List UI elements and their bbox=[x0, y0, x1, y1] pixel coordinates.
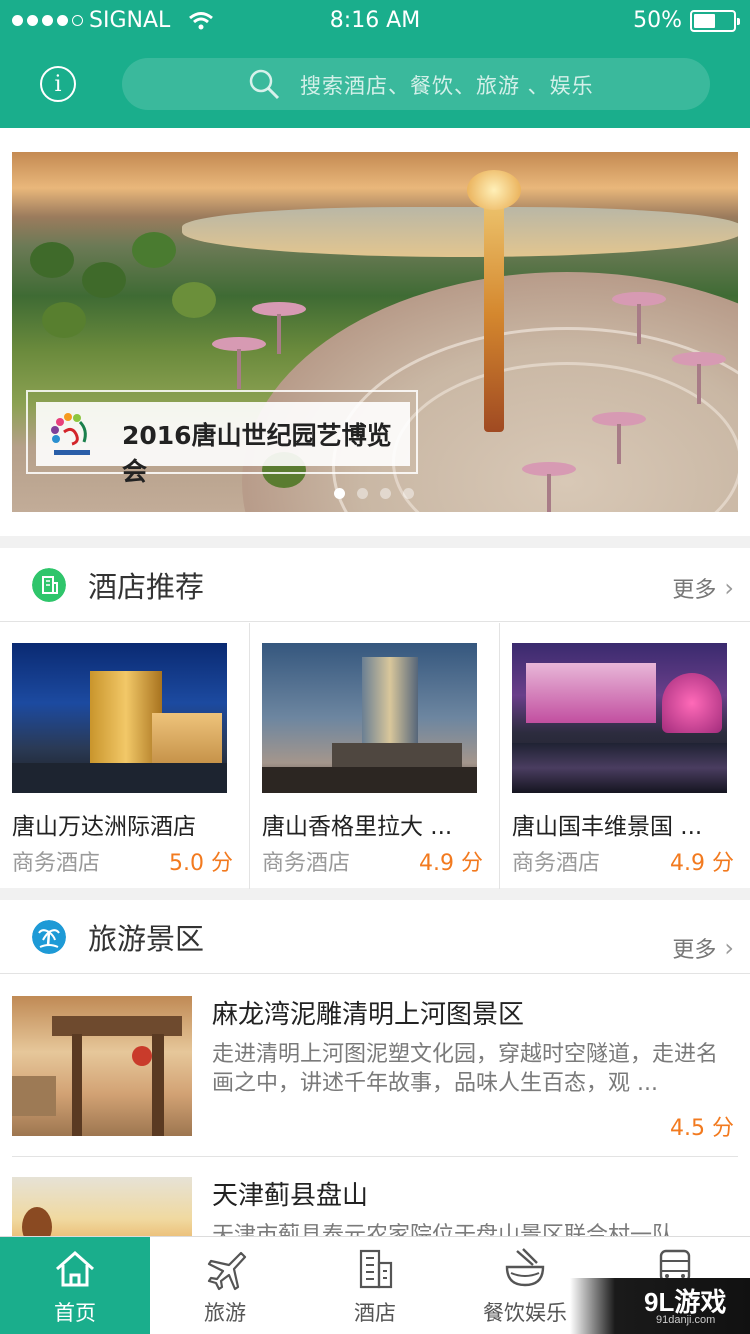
tour-item[interactable]: 天津蓟县盘山 天津市蓟县泰元农家院位于盘山景区联合村一队 bbox=[0, 1157, 750, 1317]
hotel-name: 唐山万达洲际酒店 bbox=[12, 814, 196, 840]
banner-section: 2016唐山世纪园艺博览会 bbox=[0, 128, 750, 536]
hotel-list: 唐山万达洲际酒店 商务酒店 5.0 分 唐山香格里拉大 ... 商务酒店 4.9… bbox=[0, 623, 750, 889]
tour-description: 走进清明上河图泥塑文化园，穿越时空隧道，走进名画之中，讲述千年故事，品味人生百态… bbox=[212, 1042, 719, 1096]
tab-hotel[interactable]: 酒店 bbox=[300, 1237, 450, 1334]
hotel-type: 商务酒店 bbox=[12, 851, 101, 876]
search-placeholder: 搜索酒店、餐饮、旅游 、娱乐 bbox=[300, 74, 594, 98]
hotel-icon bbox=[32, 568, 66, 602]
building-icon bbox=[359, 1249, 393, 1289]
tab-travel[interactable]: 旅游 bbox=[150, 1237, 300, 1334]
banner-title: 2016唐山世纪园艺博览会 bbox=[122, 421, 392, 486]
hotel-card[interactable]: 唐山国丰维景国 ... 商务酒店 4.9 分 bbox=[500, 623, 750, 889]
pager-dot[interactable] bbox=[403, 488, 414, 499]
hotel-score: 5.0 分 bbox=[169, 851, 233, 876]
hotel-photo bbox=[262, 643, 477, 793]
search-icon bbox=[249, 69, 280, 100]
banner-carousel[interactable]: 2016唐山世纪园艺博览会 bbox=[12, 152, 738, 512]
home-icon bbox=[56, 1250, 94, 1287]
tour-score: 4.5 分 bbox=[670, 1116, 734, 1141]
tab-label: 酒店 bbox=[354, 1301, 396, 1325]
hotel-name: 唐山国丰维景国 ... bbox=[512, 814, 703, 840]
chevron-right-icon: › bbox=[724, 574, 734, 602]
pager-dot[interactable] bbox=[357, 488, 368, 499]
bowl-icon bbox=[505, 1248, 545, 1287]
chevron-right-icon: › bbox=[724, 934, 734, 962]
hotel-type: 商务酒店 bbox=[262, 851, 351, 876]
tour-section-header: 旅游景区 更多 › bbox=[0, 900, 750, 974]
hotel-section: 酒店推荐 更多 › 唐山万达洲际酒店 商务酒店 5.0 分 唐山香格里拉大 ..… bbox=[0, 548, 750, 889]
hotel-more-link[interactable]: 更多 › bbox=[672, 572, 734, 604]
tab-home[interactable]: 首页 bbox=[0, 1237, 150, 1334]
app-header: SIGNAL 8:16 AM 50% i 搜索酒店、餐饮、旅游 、娱乐 bbox=[0, 0, 750, 128]
hotel-name: 唐山香格里拉大 ... bbox=[262, 814, 453, 840]
plane-icon bbox=[207, 1251, 247, 1291]
tour-title: 天津蓟县盘山 bbox=[212, 1181, 369, 1211]
tour-section: 旅游景区 更多 › 麻龙湾泥雕清明上河图景区 走进清明上河图泥塑文化园，穿越时空… bbox=[0, 900, 750, 1317]
hotel-photo bbox=[512, 643, 727, 793]
hotel-section-title: 酒店推荐 bbox=[88, 570, 205, 604]
hotel-card[interactable]: 唐山香格里拉大 ... 商务酒店 4.9 分 bbox=[250, 623, 500, 889]
tab-label: 旅游 bbox=[204, 1301, 246, 1325]
more-label: 更多 bbox=[672, 938, 717, 963]
site-watermark: 9L游戏 91danji.com bbox=[570, 1278, 750, 1334]
search-bar[interactable]: 搜索酒店、餐饮、旅游 、娱乐 bbox=[122, 58, 710, 110]
status-bar: SIGNAL 8:16 AM 50% bbox=[0, 0, 750, 40]
tour-photo bbox=[12, 996, 192, 1136]
watermark-url: 91danji.com bbox=[656, 1314, 716, 1326]
tour-item[interactable]: 麻龙湾泥雕清明上河图景区 走进清明上河图泥塑文化园，穿越时空隧道，走进名画之中，… bbox=[0, 976, 750, 1157]
info-icon[interactable]: i bbox=[40, 66, 76, 102]
battery-percent: 50% bbox=[633, 8, 682, 33]
carousel-pager[interactable] bbox=[334, 488, 414, 499]
hotel-score: 4.9 分 bbox=[419, 851, 483, 876]
banner-caption: 2016唐山世纪园艺博览会 bbox=[26, 390, 418, 486]
more-label: 更多 bbox=[672, 578, 717, 603]
hotel-photo bbox=[12, 643, 227, 793]
pager-dot[interactable] bbox=[334, 488, 345, 499]
battery-icon bbox=[690, 9, 740, 32]
tour-section-title: 旅游景区 bbox=[88, 922, 205, 956]
app-screen: SIGNAL 8:16 AM 50% i 搜索酒店、餐饮、旅游 、娱乐 2016… bbox=[0, 0, 750, 1334]
pager-dot[interactable] bbox=[380, 488, 391, 499]
hotel-card[interactable]: 唐山万达洲际酒店 商务酒店 5.0 分 bbox=[0, 623, 250, 889]
expo-logo-icon bbox=[51, 413, 90, 455]
hotel-score: 4.9 分 bbox=[670, 851, 734, 876]
tour-title: 麻龙湾泥雕清明上河图景区 bbox=[212, 1000, 525, 1030]
battery-indicator: 50% bbox=[633, 8, 740, 33]
hotel-type: 商务酒店 bbox=[512, 851, 601, 876]
hotel-section-header: 酒店推荐 更多 › bbox=[0, 548, 750, 622]
tour-more-link[interactable]: 更多 › bbox=[672, 932, 734, 964]
palm-tree-icon bbox=[32, 920, 66, 954]
tab-label: 首页 bbox=[54, 1301, 96, 1325]
